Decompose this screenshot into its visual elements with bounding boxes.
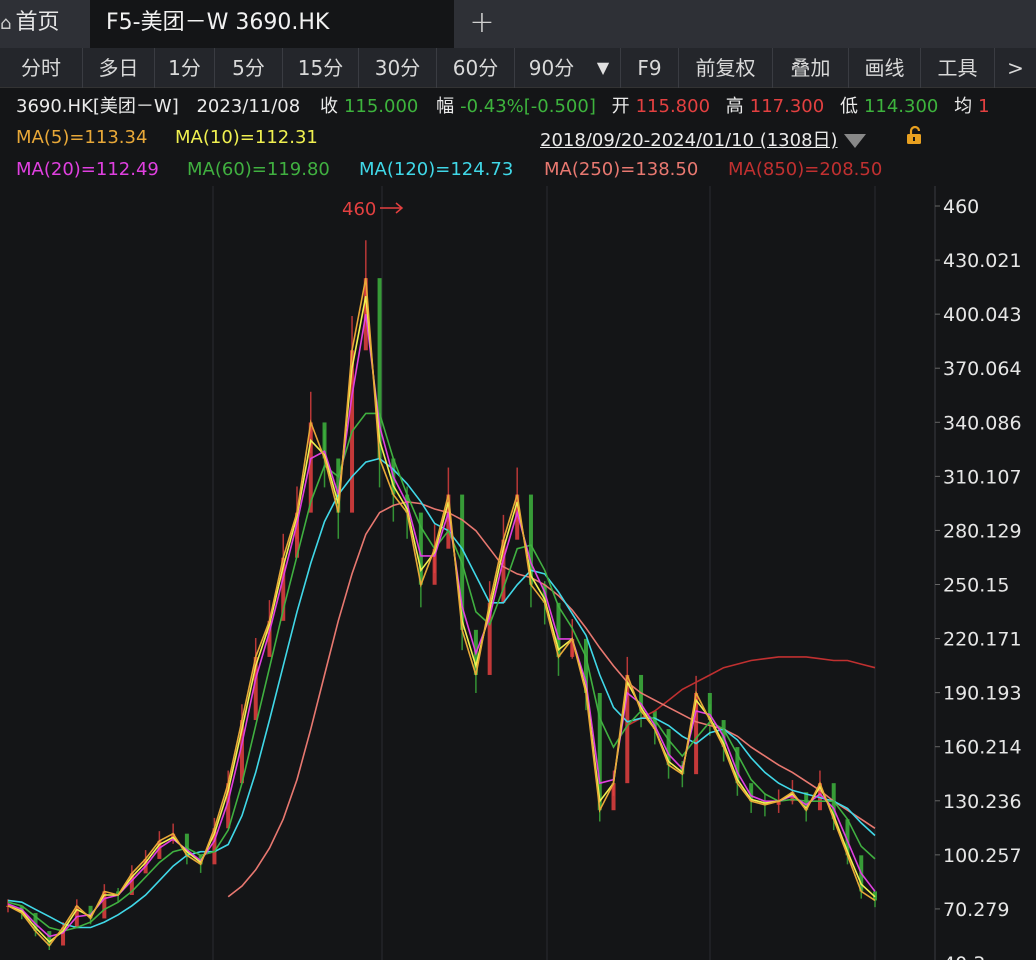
lock-icon[interactable] <box>904 124 926 146</box>
y-tick-label: 250.15 <box>943 575 1009 597</box>
series-line-ma250 <box>227 500 876 898</box>
price-chart-svg: 460 430.021 400.043 370.064 340.086 310.107 28… <box>6 186 1022 960</box>
y-tick-label: 460 <box>943 196 979 218</box>
home-icon: ⌂ <box>0 13 12 34</box>
close-label: 收 <box>319 96 338 117</box>
low-label: 低 <box>839 96 858 117</box>
y-tick-label: 190.193 <box>943 683 1022 705</box>
high-label: 高 <box>725 96 744 117</box>
tab-home[interactable]: ⌂ 首页 <box>0 0 90 48</box>
y-tick-label: 70.279 <box>943 899 1009 921</box>
series-line-ma60 <box>7 412 876 932</box>
add-tab-button[interactable]: + <box>466 0 498 48</box>
open-value: 115.800 <box>635 96 711 117</box>
y-tick-label: 430.021 <box>943 250 1022 272</box>
period-toolbar: 分时 多日 1分 5分 15分 30分 60分 90分 ▼ F9 前复权 叠加 … <box>0 48 1036 88</box>
more-button[interactable]: > <box>994 48 1036 88</box>
change-label: 幅 <box>436 96 455 117</box>
y-tick-label: 280.129 <box>943 520 1022 542</box>
date-label: 2023/11/08 <box>196 96 301 117</box>
y-tick-label: 130.236 <box>943 791 1022 813</box>
tools-button[interactable]: 工具 <box>920 48 994 88</box>
y-tick-label: 400.043 <box>943 304 1022 326</box>
price-chart[interactable]: 460 430.021 400.043 370.064 340.086 310.107 28… <box>0 186 1036 960</box>
ma120-legend: MA(120)=124.73 <box>359 159 514 180</box>
period-5min-button[interactable]: 5分 <box>214 48 282 88</box>
date-range-selector[interactable]: 2018/09/20-2024/01/10 (1308日) <box>540 126 866 152</box>
close-value: 115.000 <box>343 96 419 117</box>
ma850-legend: MA(850)=208.50 <box>728 159 883 180</box>
tab-home-label: 首页 <box>15 10 60 35</box>
y-tick-label: 340.086 <box>943 412 1022 434</box>
period-dropdown-icon[interactable]: ▼ <box>588 48 618 88</box>
period-15min-button[interactable]: 15分 <box>282 48 358 88</box>
quote-info-row: 3690.HK[美团－W] 2023/11/08 收 115.000 幅 -0.43… <box>16 92 996 118</box>
tab-stock-label: F5-美团－W 3690.HK <box>106 10 330 35</box>
period-30min-button[interactable]: 30分 <box>358 48 436 88</box>
max-price-label: 460 <box>342 199 376 220</box>
draw-button[interactable]: 画线 <box>848 48 920 88</box>
change-value: -0.43%[-0.500] <box>460 96 596 117</box>
series-line-ma850 <box>626 656 876 727</box>
y-tick-label: 310.107 <box>943 466 1022 488</box>
series-line-ma5 <box>7 277 876 947</box>
y-tick-label: 370.064 <box>943 358 1022 380</box>
avg-label: 均 <box>954 96 973 117</box>
period-60min-button[interactable]: 60分 <box>436 48 514 88</box>
ma250-legend: MA(250)=138.50 <box>544 159 699 180</box>
series-line-ma10 <box>7 296 876 943</box>
tab-bar: ⌂ 首页 F5-美团－W 3690.HK + <box>0 0 1036 48</box>
range-dropdown-icon[interactable] <box>843 134 866 148</box>
high-value: 117.300 <box>749 96 825 117</box>
period-90min-button[interactable]: 90分 <box>514 48 588 88</box>
period-1min-button[interactable]: 1分 <box>154 48 214 88</box>
ma10-legend: MA(10)=112.31 <box>175 127 318 148</box>
y-tick-label: 160.214 <box>943 737 1022 759</box>
ma5-legend: MA(5)=113.34 <box>16 127 148 148</box>
avg-value: 1 <box>978 96 990 117</box>
low-value: 114.300 <box>863 96 939 117</box>
series-line-ma20 <box>7 314 876 938</box>
y-tick-label: 220.171 <box>943 629 1022 651</box>
period-multiday-button[interactable]: 多日 <box>82 48 154 88</box>
tab-stock[interactable]: F5-美团－W 3690.HK <box>90 0 454 48</box>
date-range-text: 2018/09/20-2024/01/10 (1308日) <box>540 130 838 151</box>
period-fenshi-button[interactable]: 分时 <box>0 48 82 88</box>
adjust-button[interactable]: 前复权 <box>678 48 772 88</box>
ma60-legend: MA(60)=119.80 <box>187 159 330 180</box>
f9-button[interactable]: F9 <box>620 48 678 88</box>
overlay-button[interactable]: 叠加 <box>772 48 848 88</box>
ma20-legend: MA(20)=112.49 <box>16 159 159 180</box>
y-tick-label: 100.257 <box>943 845 1022 867</box>
symbol-label: 3690.HK[美团－W] <box>16 96 179 117</box>
open-label: 开 <box>611 96 630 117</box>
y-tick-label: 40.3 <box>943 953 985 960</box>
